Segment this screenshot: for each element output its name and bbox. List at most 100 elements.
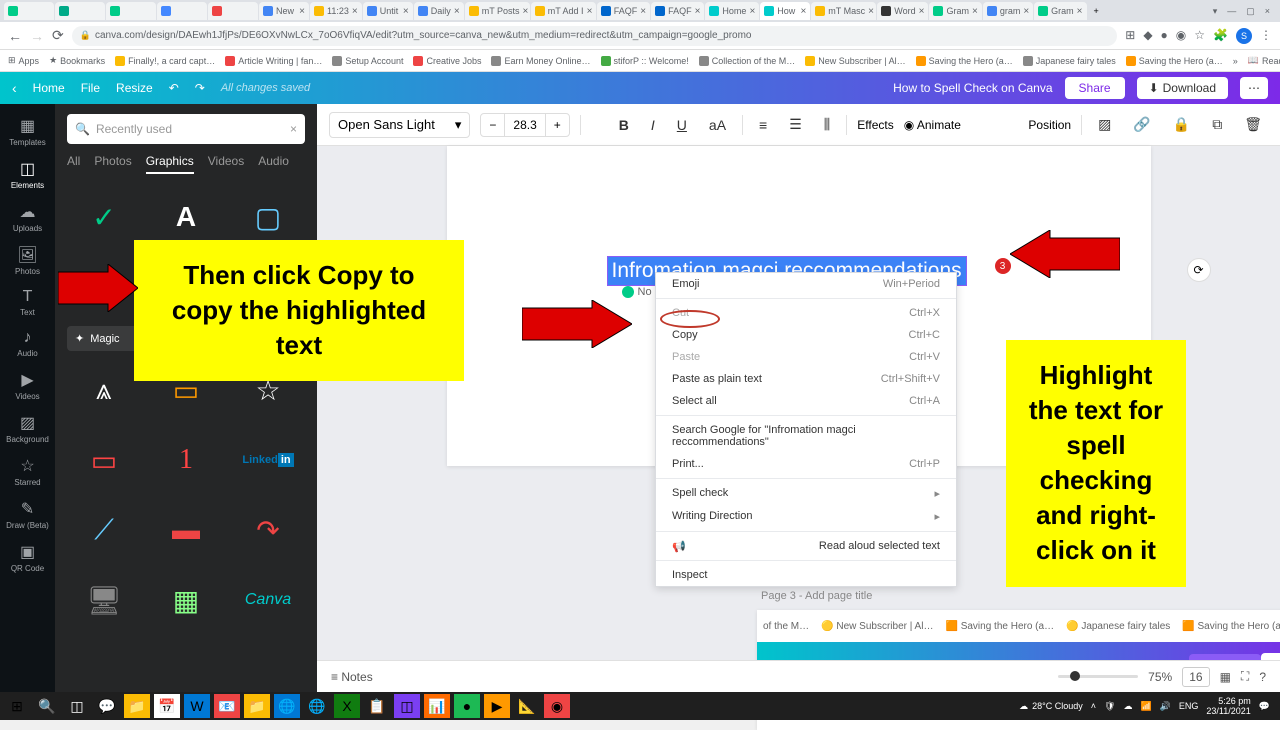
tray-icon[interactable]: 🛡 [1104,701,1115,712]
effects-button[interactable]: Effects [857,118,893,132]
tab-audio[interactable]: Audio [258,154,289,174]
duplicate-icon[interactable]: ⧉ [1206,112,1228,137]
rail-templates[interactable]: ▦Templates [0,110,55,153]
ctx-cut[interactable]: CutCtrl+X [656,302,956,324]
size-value[interactable]: 28.3 [504,114,545,136]
fullscreen-icon[interactable]: ⛶ [1241,669,1249,684]
new-tab-button[interactable]: + [1088,6,1105,16]
case-icon[interactable]: aA [703,113,732,137]
rail-elements[interactable]: ◫Elements [0,153,55,196]
notes-button[interactable]: ≡ Notes [331,670,373,684]
tab-photos[interactable]: Photos [94,154,131,174]
taskbar-app[interactable]: ▶ [484,694,510,718]
taskbar-app[interactable]: 🌐 [304,694,330,718]
transparency-icon[interactable]: ▨ [1092,112,1117,137]
tab-overflow-icon[interactable]: ▾ [1213,6,1218,17]
page-count[interactable]: 16 [1182,667,1209,687]
start-button[interactable]: ⊞ [4,694,30,718]
grid-view-icon[interactable]: ▦ [1220,670,1231,684]
lock-icon[interactable]: 🔒 [1167,112,1196,137]
weather-widget[interactable]: ☁ 28°C Cloudy [1019,701,1083,712]
reading-list-button[interactable]: 📖 Reading list [1248,55,1280,66]
maximize-icon[interactable]: ▢ [1246,6,1255,17]
tab-item[interactable] [208,2,258,20]
tab-item[interactable]: mT Add I× [531,2,596,20]
rail-text[interactable]: TText [0,282,55,323]
tab-item[interactable] [106,2,156,20]
extension-icon[interactable]: ☆ [1194,28,1205,44]
graphic-item[interactable]: ▭ [67,429,141,491]
animate-button[interactable]: ◉ Animate [904,118,961,132]
rail-photos[interactable]: 🖼Photos [0,239,55,282]
tab-all[interactable]: All [67,154,80,174]
underline-icon[interactable]: U [671,113,693,137]
taskbar-app[interactable]: 📋 [364,694,390,718]
graphic-item[interactable]: ⩓ [67,359,141,421]
taskbar-app[interactable]: ◉ [544,694,570,718]
ctx-copy[interactable]: CopyCtrl+C [656,324,956,346]
undo-icon[interactable]: ↶ [169,81,179,95]
clock[interactable]: 5:26 pm23/11/2021 [1206,696,1250,716]
graphic-item[interactable]: Linkedin [231,429,305,491]
clear-icon[interactable]: × [290,122,297,136]
file-menu[interactable]: File [81,81,100,95]
menu-icon[interactable]: ⋮ [1260,28,1272,44]
extension-icon[interactable]: ◉ [1176,28,1186,44]
notifications-icon[interactable]: 💬 [1259,701,1270,712]
ctx-paste[interactable]: PasteCtrl+V [656,346,956,368]
url-input[interactable]: 🔒 canva.com/design/DAEwh1JfjPs/DE6OXvNwL… [72,26,1118,46]
tab-item[interactable]: Word× [877,2,928,20]
minimize-icon[interactable]: — [1227,6,1236,17]
delete-icon[interactable]: 🗑 [1238,112,1268,137]
tab-item[interactable]: mT Masc× [811,2,876,20]
close-icon[interactable]: × [1265,6,1270,17]
bookmark-item[interactable]: Creative Jobs [413,56,481,66]
bookmark-item[interactable]: stiforP :: Welcome! [601,56,689,66]
rail-starred[interactable]: ☆Starred [0,450,55,493]
rail-videos[interactable]: ▶Videos [0,364,55,407]
spacing-icon[interactable]: ⫼ [818,112,836,137]
bookmark-item[interactable]: ★ Bookmarks [49,55,105,66]
taskbar-app[interactable]: 💬 [94,694,120,718]
home-button[interactable]: Home [33,81,65,95]
more-menu-icon[interactable]: ⋯ [1240,77,1268,99]
share-button[interactable]: Share [1065,77,1125,99]
tab-item[interactable]: Home× [705,2,759,20]
download-button[interactable]: ⬇Download [1137,77,1228,99]
rail-uploads[interactable]: ☁Uploads [0,196,55,239]
graphic-item[interactable]: ▦ [149,569,223,631]
tab-item[interactable]: Gram× [929,2,981,20]
ctx-print[interactable]: Print...Ctrl+P [656,453,956,475]
graphic-item[interactable]: ⟋ [67,499,141,561]
resize-button[interactable]: Resize [116,81,153,95]
ctx-read-aloud[interactable]: 📢Read aloud selected text [656,535,956,557]
tab-item[interactable]: 11:23× [310,2,362,20]
extension-icon[interactable]: 🧩 [1213,28,1228,44]
rail-audio[interactable]: ♪Audio [0,323,55,364]
tab-item-active[interactable]: How× [760,2,810,20]
taskbar-app[interactable]: 🌐 [274,694,300,718]
graphic-item[interactable]: ▢ [231,186,305,248]
bold-icon[interactable]: B [613,113,635,137]
zoom-value[interactable]: 75% [1148,670,1172,684]
tab-item[interactable]: Untit× [363,2,413,20]
tab-item[interactable]: Daily× [414,2,464,20]
tab-item[interactable] [55,2,105,20]
wifi-icon[interactable]: 📶 [1140,701,1151,712]
taskbar-app[interactable]: 📐 [514,694,540,718]
tab-item[interactable]: mT Posts× [465,2,530,20]
graphic-item[interactable]: 1 [149,429,223,491]
bookmark-item[interactable]: Setup Account [332,56,403,66]
error-count-badge[interactable]: 3 [995,258,1011,274]
design-title[interactable]: How to Spell Check on Canva [893,81,1052,95]
bookmark-item[interactable]: Article Writing | fan… [225,56,322,66]
rail-qrcode[interactable]: ▣QR Code [0,536,55,579]
tab-item[interactable]: FAQF× [597,2,650,20]
taskbar-app[interactable]: ◫ [394,694,420,718]
taskbar-app[interactable]: 📅 [154,694,180,718]
apps-button[interactable]: ⊞ Apps [8,55,39,66]
bookmark-item[interactable]: Finally!, a card capt… [115,56,215,66]
graphic-item[interactable]: 🖥 [67,569,141,631]
ctx-search-google[interactable]: Search Google for "Infromation magci rec… [656,419,956,453]
tray-chevron-icon[interactable]: ˄ [1091,701,1096,711]
